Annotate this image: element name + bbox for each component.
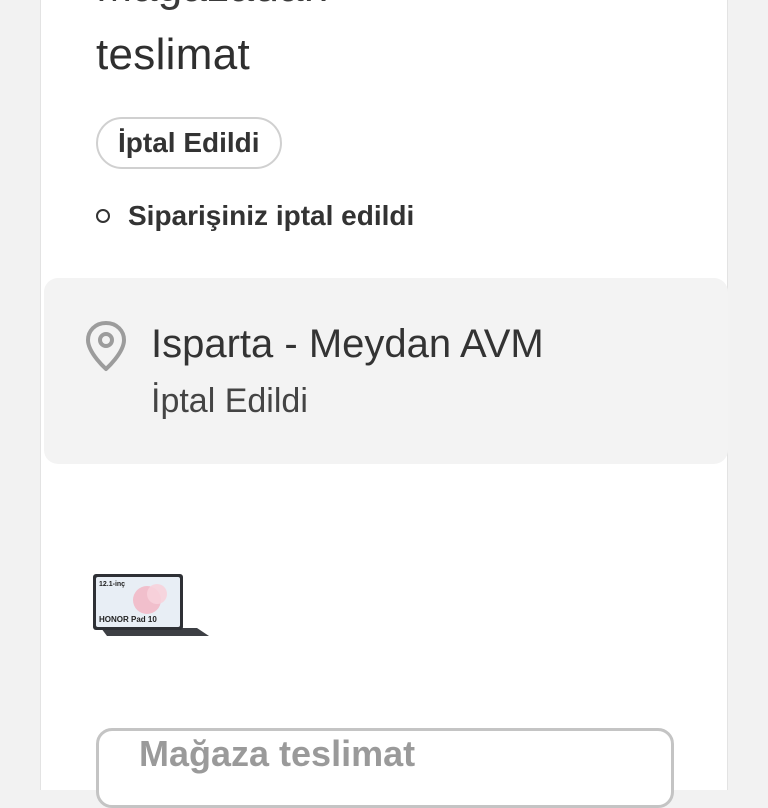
screen-graphic-2: [147, 584, 167, 604]
product-brand-text: HONOR Pad 10: [99, 615, 157, 624]
product-size-text: 12.1-inç: [99, 581, 125, 588]
delivery-title-line1: Mağazadan: [96, 0, 329, 12]
timeline-text: Siparişiniz iptal edildi: [128, 200, 415, 231]
store-name: Isparta - Meydan AVM: [151, 322, 544, 366]
timeline-item: Siparişiniz iptal edildi: [96, 200, 414, 232]
status-badge: İptal Edildi: [96, 117, 282, 169]
store-delivery-button[interactable]: Mağaza teslimat: [96, 728, 674, 808]
store-status: İptal Edildi: [151, 382, 308, 420]
store-info-box: Isparta - Meydan AVM İptal Edildi: [44, 278, 728, 464]
order-card: Mağazadan teslimat İptal Edildi Siparişi…: [40, 0, 728, 808]
timeline-dot-icon: [96, 209, 110, 223]
product-image[interactable]: 12.1-inç HONOR Pad 10: [93, 570, 209, 650]
location-pin-icon: [86, 321, 126, 371]
delivery-title-line2: teslimat: [96, 30, 250, 79]
